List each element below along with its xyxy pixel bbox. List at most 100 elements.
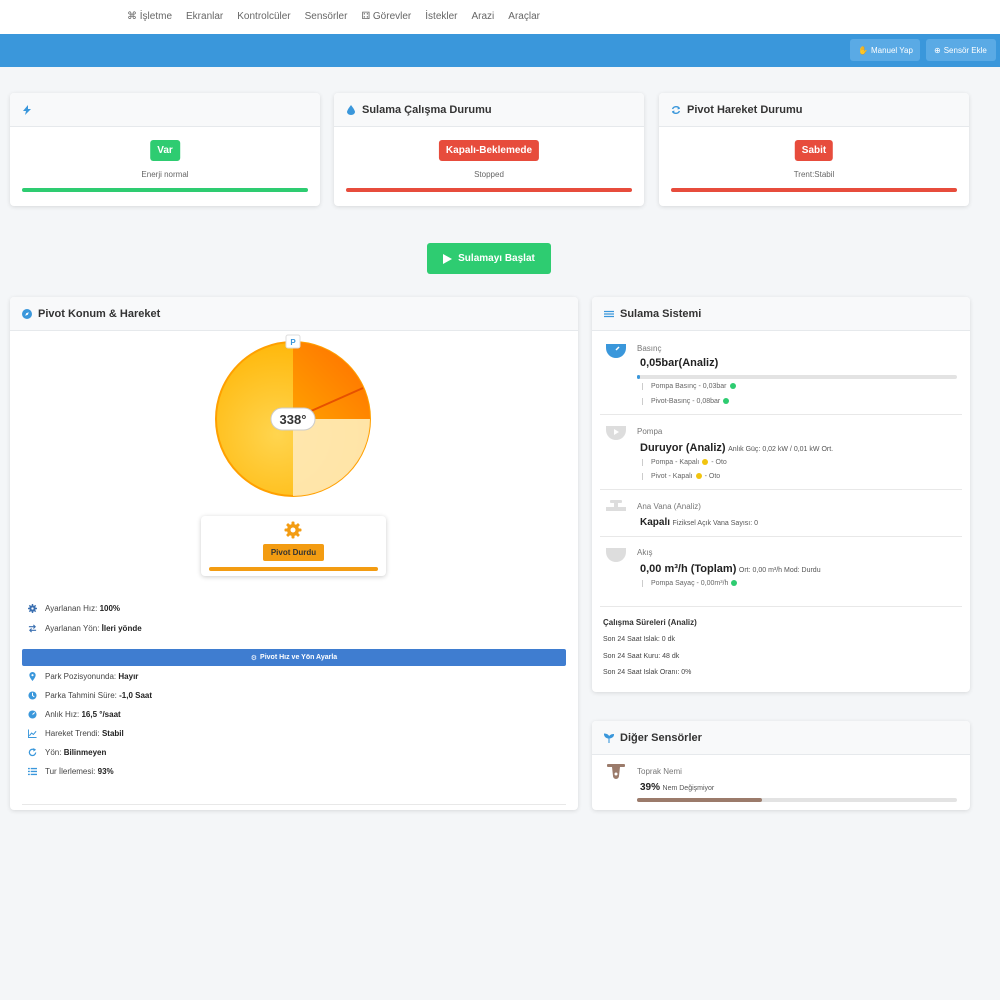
- park-marker-label: P: [290, 338, 296, 347]
- card-title: Sulama Sistemi: [620, 307, 702, 320]
- nav-items: ⌘ İşletme Ekranlar Kontrolcüler Sensörle…: [127, 11, 540, 22]
- pivot-field-gauge: 338° P: [215, 334, 371, 497]
- flow-meter-icon: [606, 548, 626, 562]
- nav-item-gorevler[interactable]: ⚃ Görevler: [361, 11, 411, 22]
- nav-item-arazi[interactable]: Arazi: [472, 11, 495, 22]
- energy-status-card: Var Enerji normal: [10, 93, 320, 206]
- plus-circle-icon: ⊕: [934, 45, 941, 55]
- direction-row: Yön: Bilinmeyen: [28, 748, 106, 757]
- bolt-icon: [23, 104, 31, 115]
- row-value: 93%: [97, 767, 114, 776]
- direction-value: İleri yönde: [101, 624, 142, 633]
- park-eta-row: Parka Tahmini Süre: -1,0 Saat: [28, 691, 152, 700]
- action-toolbar: ✋ Manuel Yap ⊕ Sensör Ekle: [0, 34, 1000, 67]
- row-label: Yön:: [45, 748, 62, 757]
- pump-value: Duruyor (Analiz): [640, 442, 726, 454]
- pivot-covered-sector: [293, 342, 370, 419]
- valve-count-text: Fiziksel Açık Vana Sayısı: 0: [672, 520, 758, 527]
- status-subtitle: Stopped: [474, 170, 504, 179]
- pump-label: Pompa: [637, 427, 663, 436]
- pivot-state-text: Pivot - Kapalı: [651, 473, 693, 480]
- irrigation-system-card: Sulama Sistemi Basınç 0,05bar(Analiz) Po…: [592, 297, 970, 692]
- divider: [600, 489, 962, 490]
- add-sensor-button-label: Sensör Ekle: [943, 45, 987, 55]
- status-subtitle: Trent:Stabil: [793, 170, 835, 179]
- pivot-stopped-badge: Pivot Durdu: [263, 544, 324, 561]
- direction-setting-row: Ayarlanan Yön: İleri yönde: [28, 624, 142, 633]
- status-badge: Var: [150, 140, 180, 161]
- card-title: Pivot Hareket Durumu: [687, 103, 803, 116]
- gear-icon: ⚙: [250, 654, 258, 662]
- start-irrigation-button[interactable]: Sulamayı Başlat: [427, 243, 551, 274]
- pivot-motion-status-card: Pivot Hareket Durumu Sabit Trent:Stabil: [659, 93, 969, 206]
- hand-icon: ✋: [858, 45, 868, 55]
- nav-item-kontrolculer[interactable]: Kontrolcüler: [237, 11, 290, 22]
- row-label: Anlık Hız:: [45, 710, 80, 719]
- pivot-status-box: Pivot Durdu: [201, 516, 386, 576]
- warning-dot-icon: [695, 473, 702, 480]
- card-title: Diğer Sensörler: [620, 731, 702, 744]
- nav-item-araclar[interactable]: Araçlar: [508, 11, 540, 22]
- soil-moisture-bar-fill: [637, 798, 762, 802]
- duration-wet-ratio: Son 24 Saat Islak Oranı: 0%: [603, 669, 692, 676]
- nav-item-isletme[interactable]: ⌘ İşletme: [127, 11, 172, 22]
- card-title: Sulama Çalışma Durumu: [362, 103, 492, 116]
- durations-title: Çalışma Süreleri (Analiz): [603, 618, 697, 627]
- list-progress-icon: [28, 767, 37, 776]
- pump-pressure-text: Pompa Basınç - 0,03bar: [651, 383, 727, 390]
- status-bar: [346, 188, 632, 192]
- pump-pressure-line: Pompa Basınç - 0,03bar: [642, 383, 736, 390]
- pivot-pressure-line: Pivot-Basınç - 0,08bar: [642, 398, 730, 405]
- pump-value-line: Duruyor (Analiz) Anlık Güç: 0,02 kW / 0,…: [640, 442, 833, 454]
- manual-button[interactable]: ✋ Manuel Yap: [850, 39, 920, 61]
- gear-small-icon: [28, 604, 37, 613]
- instant-speed-row: Anlık Hız: 16,5 °/saat: [28, 710, 121, 719]
- sync-icon: [671, 105, 681, 114]
- row-label: Hareket Trendi:: [45, 729, 100, 738]
- flow-extra-text: Ort: 0,00 m³/h Mod: Durdu: [738, 567, 821, 574]
- tour-progress-row: Tur İlerlemesi: 93%: [28, 767, 114, 776]
- duration-dry: Son 24 Saat Kuru: 48 dk: [603, 653, 680, 660]
- valve-icon: [606, 500, 626, 511]
- pivot-pressure-text: Pivot-Basınç - 0,08bar: [651, 398, 721, 405]
- ok-dot-icon: [729, 383, 736, 390]
- speed-setting-row: Ayarlanan Hız: 100%: [28, 604, 120, 613]
- water-lines-icon: [604, 310, 614, 317]
- pivot-adjust-button[interactable]: ⚙ Pivot Hız ve Yön Ayarla: [22, 649, 566, 666]
- pump-power-text: Anlık Güç: 0,02 kW / 0,01 kW Ort.: [728, 446, 834, 453]
- status-bar: [671, 188, 957, 192]
- speedometer-icon: [28, 710, 37, 719]
- row-label: Park Pozisyonunda:: [45, 672, 117, 681]
- ok-dot-icon: [723, 398, 730, 405]
- card-header: [10, 93, 320, 127]
- nav-item-istekler[interactable]: İstekler: [425, 11, 457, 22]
- pump-state-text: Pompa - Kapalı: [651, 459, 700, 466]
- pump-mode-text: - Oto: [711, 459, 727, 466]
- soil-moisture-value: 39%: [640, 782, 661, 793]
- other-sensors-card: Diğer Sensörler Toprak Nemi 39% Nem Deği…: [592, 721, 970, 810]
- speed-label: Ayarlanan Hız:: [45, 604, 98, 613]
- rotate-icon: [28, 748, 37, 757]
- status-subtitle: Enerji normal: [141, 170, 189, 179]
- trend-chart-icon: [28, 729, 37, 738]
- pivot-status-bar: [209, 567, 378, 571]
- nav-item-sensorler[interactable]: Sensörler: [305, 11, 348, 22]
- pressure-label: Basınç: [637, 344, 662, 353]
- valve-value-line: Kapalı Fiziksel Açık Vana Sayısı: 0: [640, 517, 758, 528]
- pressure-gauge-icon: [606, 344, 626, 358]
- park-position-row: Park Pozisyonunda: Hayır: [28, 672, 138, 681]
- speed-value: 100%: [99, 604, 121, 613]
- add-sensor-button[interactable]: ⊕ Sensör Ekle: [926, 39, 996, 61]
- motion-trend-row: Hareket Trendi: Stabil: [28, 729, 124, 738]
- map-pin-icon: [29, 672, 36, 681]
- nav-item-ekranlar[interactable]: Ekranlar: [186, 11, 223, 22]
- pump-meter-text: Pompa Sayaç - 0,00m³/h: [651, 580, 729, 587]
- flow-value-line: 0,00 m³/h (Toplam) Ort: 0,00 m³/h Mod: D…: [640, 563, 821, 575]
- card-header: Pivot Hareket Durumu: [659, 93, 969, 127]
- flow-label: Akış: [637, 548, 653, 557]
- pump-state-line: Pompa - Kapalı - Oto: [642, 459, 727, 466]
- pivot-state-line: Pivot - Kapalı - Oto: [642, 473, 720, 480]
- compass-icon: [22, 308, 32, 319]
- pressure-value-line: 0,05bar(Analiz): [640, 357, 718, 369]
- top-nav: ⌘ İşletme Ekranlar Kontrolcüler Sensörle…: [0, 0, 1000, 34]
